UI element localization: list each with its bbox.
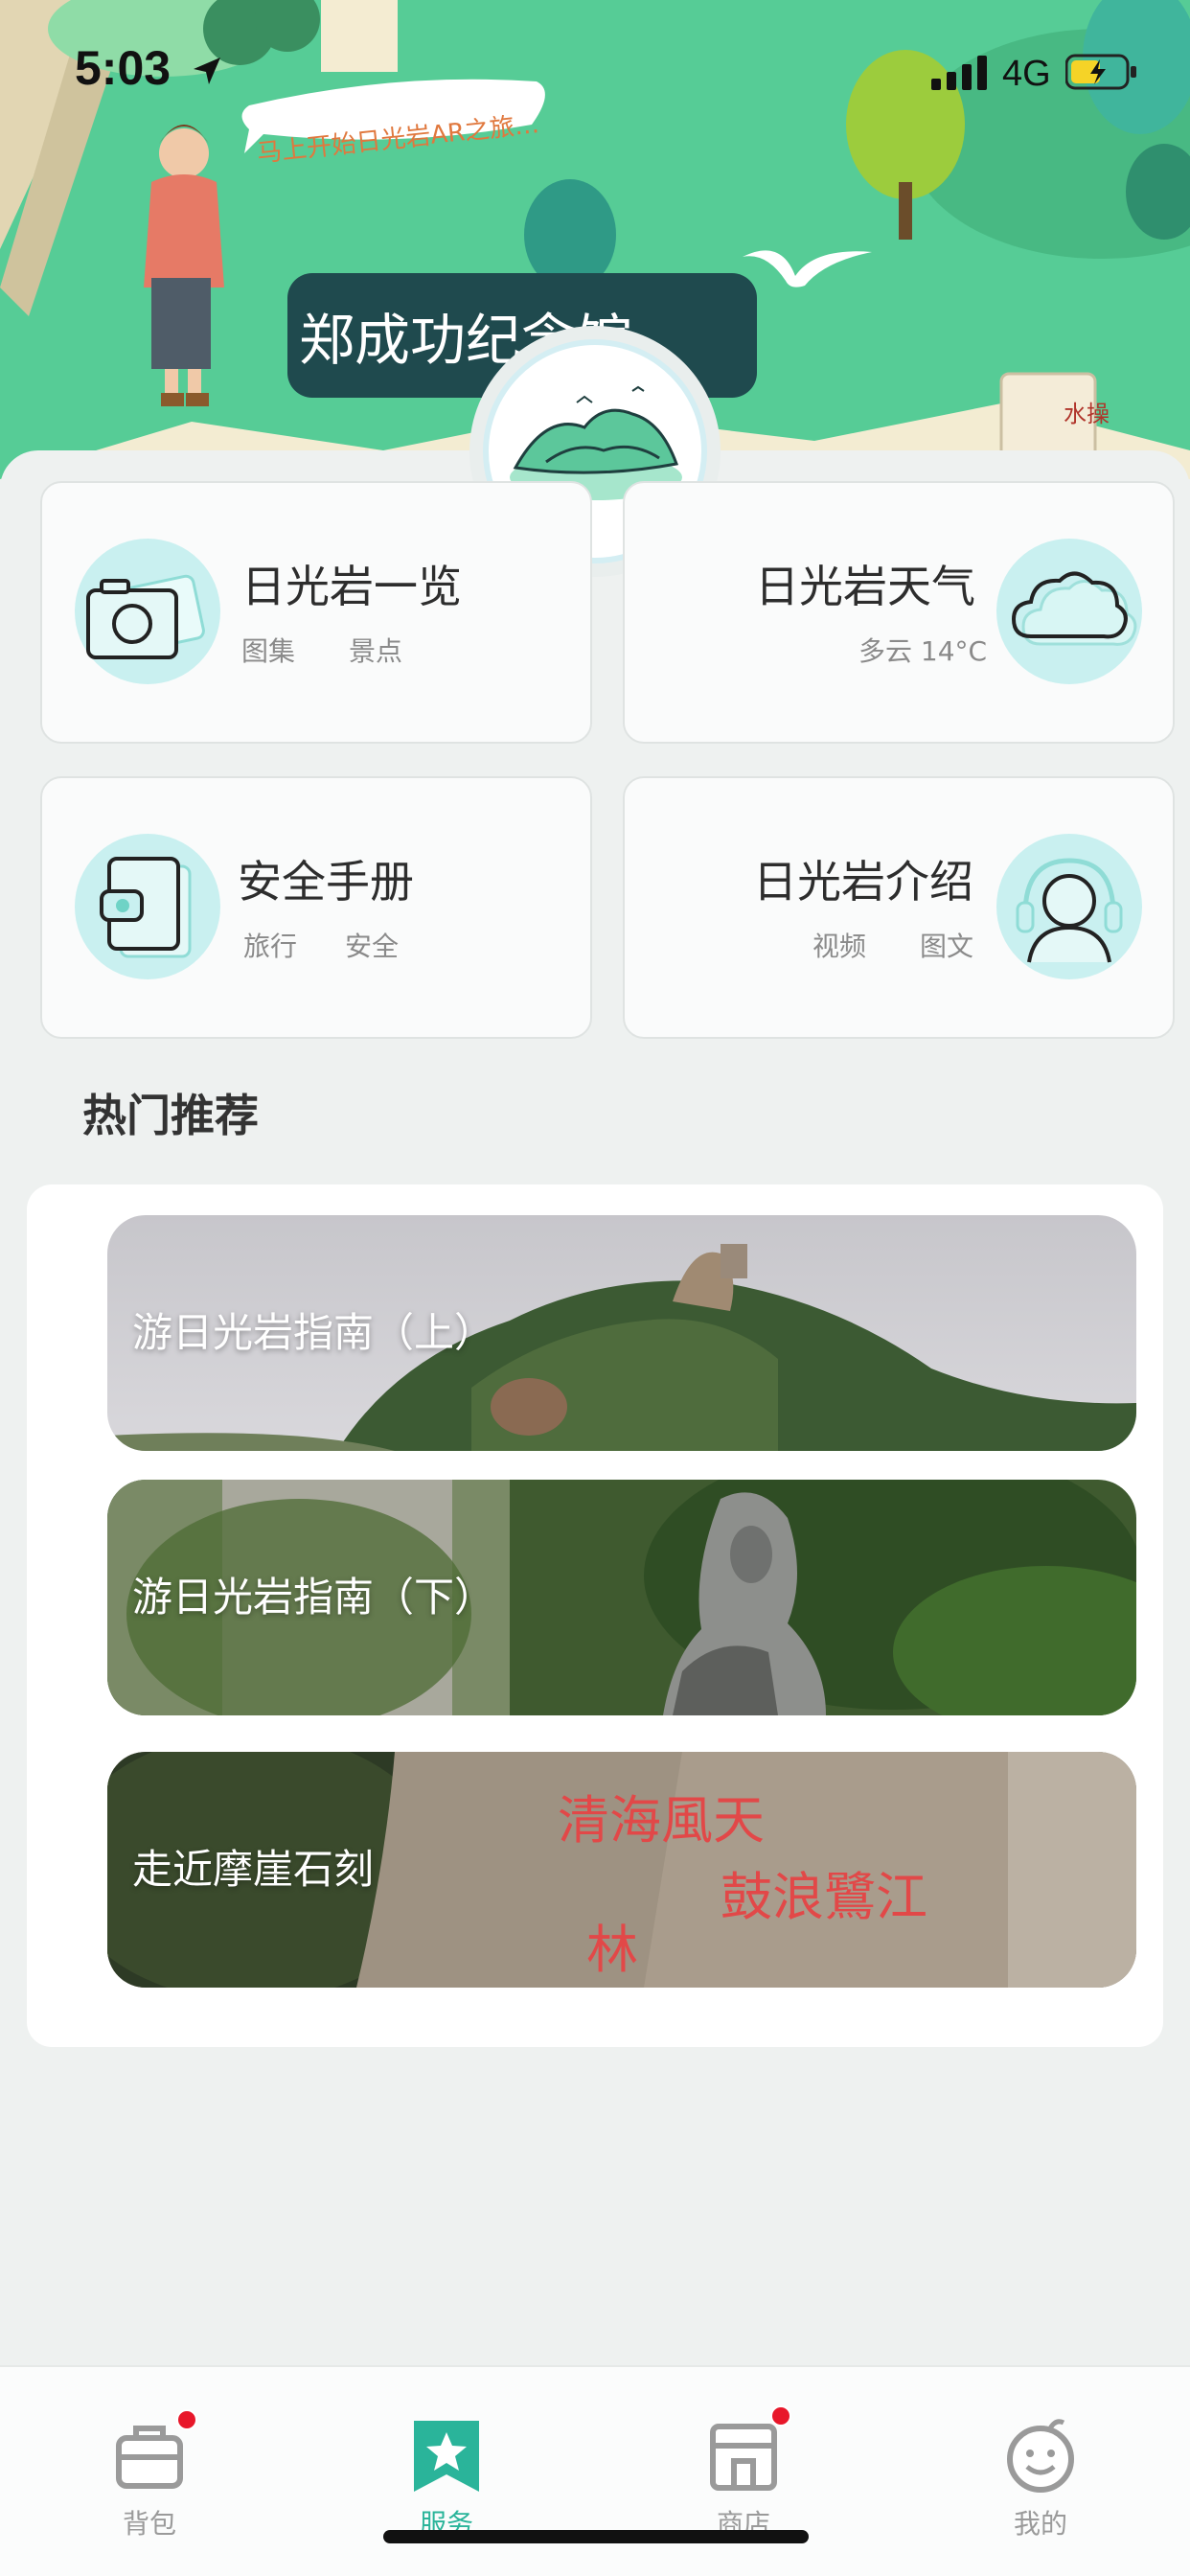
recommendation-card[interactable]: 游日光岩指南（上） [107, 1215, 1136, 1451]
recommendation-card[interactable]: 清海風天 鼓浪鷺江 林 走近摩崖石刻 [107, 1752, 1136, 1988]
feature-title: 日光岩一览 [241, 561, 462, 612]
smiley-icon [1007, 2419, 1074, 2493]
inscription-line-2: 鼓浪鷺江 [721, 1867, 927, 1927]
feature-title: 安全手册 [238, 856, 414, 908]
feature-tag: 安全 [345, 931, 400, 962]
feature-tag: 图集 [241, 635, 296, 667]
wallet-icon [100, 857, 192, 958]
feature-card-intro[interactable]: 日光岩介绍 视频 图文 [623, 776, 1175, 1039]
feature-tag: 景点 [349, 635, 403, 667]
weather-summary: 多云 14°C [858, 635, 988, 667]
notification-badge [176, 2409, 197, 2430]
cloud-icon [1011, 571, 1137, 646]
location-arrow-icon [194, 58, 220, 84]
home-indicator [383, 2530, 809, 2543]
battery-charging-icon [1065, 54, 1136, 90]
tab-label: 背包 [122, 2508, 176, 2540]
recommendation-title: 游日光岩指南（上） [132, 1309, 495, 1356]
cellular-signal-icon [931, 56, 987, 90]
section-title: 热门推荐 [82, 1090, 259, 1141]
tab-backpack[interactable]: 背包 [44, 2367, 255, 2540]
tab-profile[interactable]: 我的 [935, 2367, 1146, 2540]
cloud-icon-bg [996, 539, 1142, 684]
tab-services[interactable]: 服务 [341, 2367, 552, 2540]
tab-shop[interactable]: 商店 [638, 2367, 849, 2540]
status-network: 4G [1002, 54, 1051, 94]
feature-card-safety[interactable]: 安全手册 旅行 安全 [40, 776, 592, 1039]
feature-tag: 视频 [812, 931, 867, 962]
status-bar: 5:03 4G [0, 0, 1190, 134]
hero-sign-text: 水操 [1064, 401, 1110, 427]
shop-icon [710, 2424, 777, 2491]
recommendation-title: 走近摩崖石刻 [132, 1846, 375, 1893]
recommendation-panel: 游日光岩指南（上） 游日光岩指南（下） 清海風天 鼓浪鷺江 林 走近摩崖石刻 [27, 1184, 1163, 2047]
tab-label: 我的 [1013, 2508, 1067, 2540]
bottom-tab-bar: 背包 服务 商店 我的 [0, 2365, 1190, 2576]
status-time: 5:03 [75, 41, 172, 95]
recommendation-card[interactable]: 游日光岩指南（下） [107, 1480, 1136, 1715]
inscription-line-1: 清海風天 [558, 1790, 765, 1851]
feature-title: 日光岩天气 [755, 561, 975, 612]
wallet-icon-bg [75, 834, 220, 979]
camera-icon [86, 574, 205, 659]
notification-badge [770, 2405, 791, 2426]
star-bookmark-icon [414, 2421, 479, 2492]
feature-card-weather[interactable]: 日光岩天气 多云 14°C [623, 481, 1175, 744]
feature-tag: 旅行 [243, 931, 298, 962]
feature-tag: 图文 [920, 931, 974, 962]
feature-card-overview[interactable]: 日光岩一览 图集 景点 [40, 481, 592, 744]
headset-icon-bg [996, 834, 1142, 979]
feature-title: 日光岩介绍 [753, 856, 973, 908]
recommendation-title: 游日光岩指南（下） [132, 1574, 495, 1621]
headset-icon [1016, 858, 1123, 963]
inscription-line-3: 林 [586, 1920, 638, 1980]
backpack-icon [116, 2426, 183, 2489]
camera-icon-bg [75, 539, 220, 684]
